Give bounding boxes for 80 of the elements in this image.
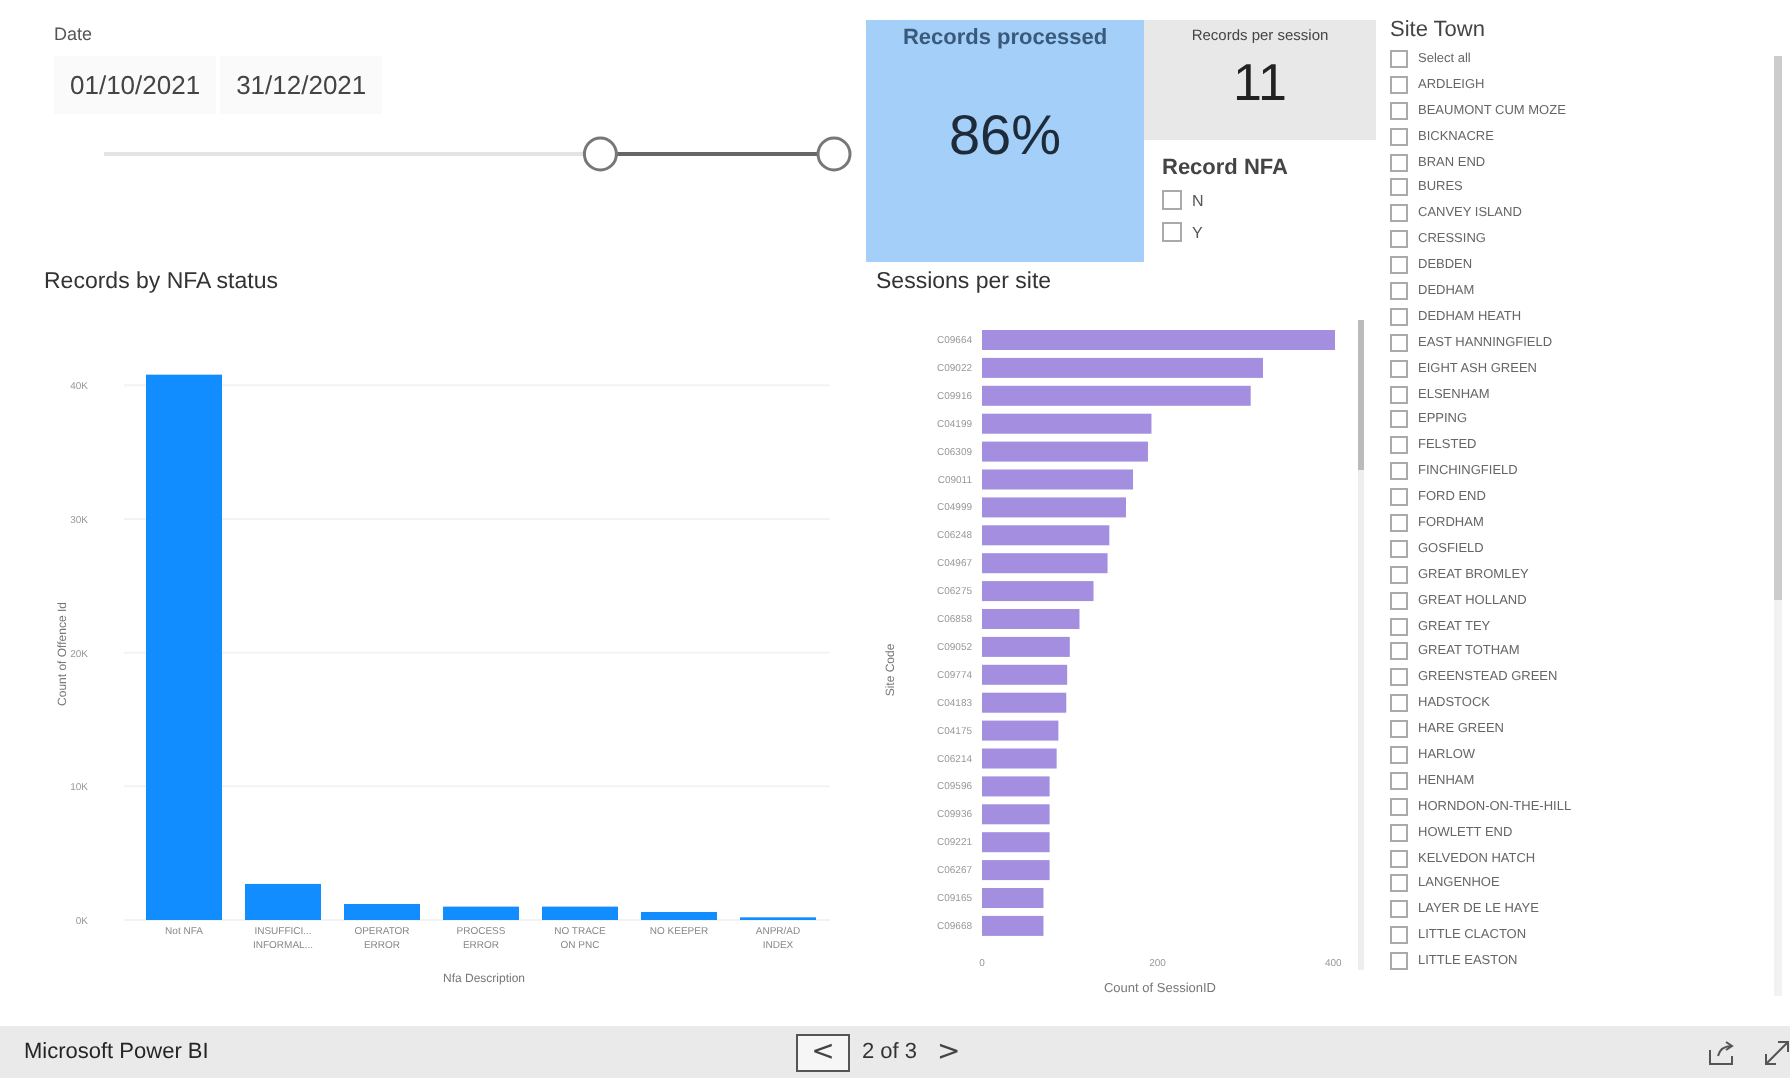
chart-bar xyxy=(982,525,1110,546)
checkbox[interactable] xyxy=(1390,256,1408,275)
card-value: 86% xyxy=(948,104,1062,168)
page-indicator: 2 of 3 xyxy=(862,1040,918,1064)
chart-bar xyxy=(982,692,1067,713)
checkbox[interactable] xyxy=(1390,565,1408,584)
range-end-handle[interactable] xyxy=(816,136,852,172)
checkbox[interactable] xyxy=(1390,281,1408,300)
checkbox[interactable] xyxy=(1390,849,1408,868)
chart-bar xyxy=(641,912,717,920)
scrollbar[interactable] xyxy=(1774,56,1782,996)
chart-bar xyxy=(982,832,1050,853)
chart-bar xyxy=(542,906,618,920)
checkbox[interactable] xyxy=(1390,359,1408,378)
checkbox[interactable] xyxy=(1390,385,1408,404)
checkbox[interactable] xyxy=(1162,190,1182,210)
chart-bar xyxy=(982,609,1080,629)
checkbox[interactable] xyxy=(1390,591,1408,610)
checkbox[interactable] xyxy=(1390,926,1408,945)
checkbox[interactable] xyxy=(1390,307,1408,326)
checkbox[interactable] xyxy=(1390,797,1408,816)
chart-bar xyxy=(982,636,1070,657)
checkbox[interactable] xyxy=(1390,642,1408,661)
end-date-field[interactable]: 31/12/2021 xyxy=(220,56,383,114)
chart-bar xyxy=(982,915,1044,936)
share-icon[interactable] xyxy=(1708,1039,1736,1065)
checkbox[interactable] xyxy=(1390,488,1408,507)
card-value: 11 xyxy=(1233,52,1287,114)
checkbox[interactable] xyxy=(1390,694,1408,713)
chart-bar xyxy=(982,664,1068,685)
checkbox[interactable] xyxy=(1390,436,1408,455)
chart-bar xyxy=(982,720,1059,741)
checkbox[interactable] xyxy=(1390,178,1408,197)
chart-title: Sessions per site xyxy=(874,270,1052,298)
checkbox[interactable] xyxy=(1390,952,1408,971)
checkbox[interactable] xyxy=(1390,49,1408,68)
chart-bar xyxy=(982,497,1126,518)
checkbox[interactable] xyxy=(1390,874,1408,893)
checkbox[interactable] xyxy=(1390,513,1408,532)
filter-option[interactable]: Y xyxy=(1162,216,1203,248)
checkbox[interactable] xyxy=(1390,333,1408,352)
checkbox[interactable] xyxy=(1390,539,1408,558)
checkbox[interactable] xyxy=(1390,617,1408,636)
chart-bar xyxy=(982,804,1050,825)
checkbox[interactable] xyxy=(1390,745,1408,764)
next-page-button[interactable]: > xyxy=(929,1036,969,1068)
checkbox[interactable] xyxy=(1390,771,1408,790)
chart-bar xyxy=(982,748,1057,769)
checkbox[interactable] xyxy=(1390,230,1408,249)
checkbox[interactable] xyxy=(1390,204,1408,223)
chart-bar xyxy=(982,860,1050,881)
expand-icon[interactable] xyxy=(1764,1039,1790,1065)
chart-bar xyxy=(982,888,1044,908)
checkbox[interactable] xyxy=(1390,720,1408,739)
chart-bar xyxy=(982,553,1108,574)
slicer-title: Site Town xyxy=(1390,18,1485,42)
checkbox[interactable] xyxy=(1390,823,1408,842)
checkbox[interactable] xyxy=(1390,75,1408,94)
start-date-field[interactable]: 01/10/2021 xyxy=(54,56,217,114)
checkbox[interactable] xyxy=(1390,101,1408,120)
chart-bar xyxy=(443,906,519,920)
checkbox[interactable] xyxy=(1162,222,1182,242)
date-slicer-title: Date xyxy=(54,24,93,44)
filter-option[interactable]: N xyxy=(1162,184,1204,216)
previous-page-button[interactable]: < xyxy=(796,1033,850,1071)
chart-bar xyxy=(344,903,420,920)
range-start-handle[interactable] xyxy=(582,136,618,172)
checkbox[interactable] xyxy=(1390,410,1408,429)
checkbox[interactable] xyxy=(1390,462,1408,481)
chart-title: Records by NFA status xyxy=(42,270,278,298)
checkbox[interactable] xyxy=(1390,153,1408,171)
checkbox[interactable] xyxy=(1390,127,1408,146)
chart-bar xyxy=(982,581,1094,602)
card-title: Records processed xyxy=(902,26,1108,50)
brand-label: Microsoft Power BI xyxy=(24,1040,209,1064)
slicer-title: Record NFA xyxy=(1162,156,1288,180)
checkbox[interactable] xyxy=(1390,900,1408,919)
chart-bar xyxy=(982,776,1050,797)
chart-bar xyxy=(245,883,321,920)
checkbox[interactable] xyxy=(1390,668,1408,687)
